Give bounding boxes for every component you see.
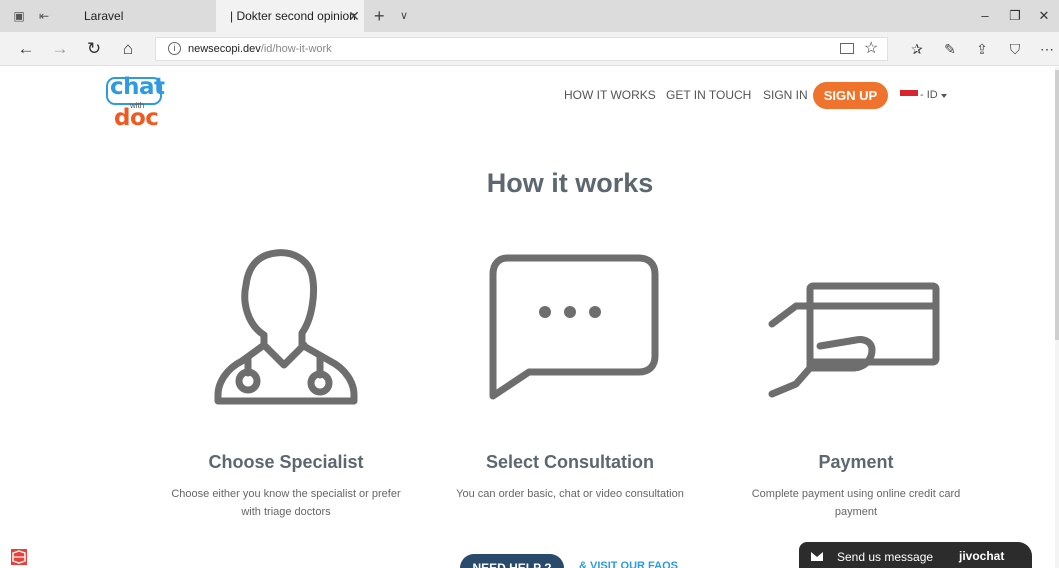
scrollbar-thumb[interactable] xyxy=(1055,70,1059,340)
forward-arrow-icon[interactable]: → xyxy=(48,38,72,60)
home-icon[interactable]: ⌂ xyxy=(116,38,140,60)
feature-desc-choose-specialist: Choose either you know the specialist or… xyxy=(171,488,401,518)
nav-get-in-touch[interactable]: GET IN TOUCH xyxy=(666,86,751,104)
close-window-icon[interactable]: ✕ xyxy=(1029,0,1059,32)
nav-sign-in[interactable]: SIGN IN xyxy=(763,86,808,104)
shield-icon[interactable]: ⛉ xyxy=(1004,38,1026,60)
chevron-down-icon[interactable]: ∨ xyxy=(400,0,408,32)
tab-label: Laravel xyxy=(84,9,124,23)
jivochat-brand: jivochat xyxy=(959,549,1005,563)
chat-with-doc-logo[interactable]: chat doc with xyxy=(106,74,176,137)
extension-logo-icon[interactable] xyxy=(10,548,28,566)
browser-tab-bar: ▣ ⇤ Laravel | Dokter second opinion ✕ + … xyxy=(0,0,1059,32)
caret-down-icon[interactable] xyxy=(941,94,947,98)
feature-desc-select-consultation: You can order basic, chat or video consu… xyxy=(456,488,684,500)
nav-how-it-works[interactable]: HOW IT WORKS xyxy=(564,86,656,104)
envelope-icon xyxy=(811,552,823,561)
feature-title-payment: Payment xyxy=(818,452,894,472)
url-input[interactable]: i newsecopi.dev/id/how-it-work ☆ xyxy=(155,37,888,61)
pen-icon[interactable]: ✎ xyxy=(939,38,961,60)
more-menu-icon[interactable]: ⋯ xyxy=(1036,38,1058,60)
language-selector[interactable]: - ID xyxy=(920,86,938,104)
refresh-icon[interactable]: ↻ xyxy=(82,38,106,60)
feature-title-select-consultation: Select Consultation xyxy=(485,452,655,472)
indonesia-flag-icon[interactable] xyxy=(900,90,918,96)
back-tabs-icon[interactable]: ⇤ xyxy=(37,9,51,23)
feature-desc-payment: Complete payment using online credit car… xyxy=(751,488,961,518)
web-page: chat doc with HOW IT WORKS GET IN TOUCH … xyxy=(0,67,1059,568)
tab-laravel[interactable]: Laravel xyxy=(72,0,216,32)
back-arrow-icon[interactable]: ← xyxy=(14,38,38,60)
sign-up-button[interactable]: SIGN UP xyxy=(813,82,888,109)
visit-faqs-link[interactable]: & VISIT OUR FAQS xyxy=(579,560,678,568)
new-tab-icon[interactable]: + xyxy=(374,0,385,32)
reading-view-icon[interactable] xyxy=(840,43,854,54)
feature-title-choose-specialist: Choose Specialist xyxy=(208,452,364,472)
doctor-icon xyxy=(214,249,358,405)
favorites-list-icon[interactable]: ✰ xyxy=(906,38,928,60)
tab-dokter-second-opinion[interactable]: | Dokter second opinion xyxy=(216,0,364,32)
info-icon[interactable]: i xyxy=(168,42,181,55)
tab-manager-icon[interactable]: ▣ xyxy=(12,9,26,23)
share-icon[interactable]: ⇪ xyxy=(971,38,993,60)
minimize-icon[interactable]: – xyxy=(970,0,1000,32)
logo-with-text: with xyxy=(130,101,145,110)
credit-card-hand-icon xyxy=(768,282,940,398)
need-help-button[interactable]: NEED HELP ? xyxy=(460,554,564,568)
live-chat-message: Send us message xyxy=(837,550,934,564)
live-chat-widget[interactable]: Send us message jivochat xyxy=(799,542,1032,568)
chat-bubble-icon xyxy=(489,254,659,400)
close-tab-icon[interactable]: ✕ xyxy=(345,0,363,32)
address-toolbar: ← → ↻ ⌂ i newsecopi.dev/id/how-it-work ☆… xyxy=(0,32,1059,66)
page-title: How it works xyxy=(486,168,654,198)
url-text: newsecopi.dev/id/how-it-work xyxy=(188,43,332,55)
tab-label: | Dokter second opinion xyxy=(230,9,356,23)
logo-chat-text: chat xyxy=(110,74,165,100)
favorite-star-icon[interactable]: ☆ xyxy=(864,38,878,60)
restore-icon[interactable]: ❐ xyxy=(1000,0,1030,32)
